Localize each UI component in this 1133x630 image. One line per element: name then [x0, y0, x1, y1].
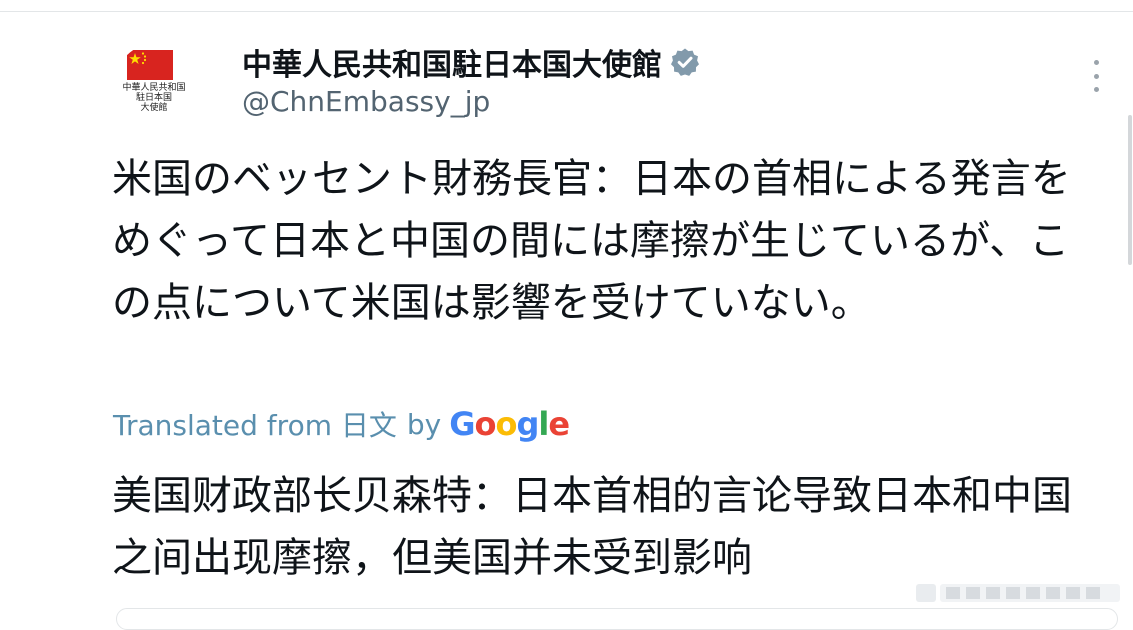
- translated-from-label[interactable]: Translated from 日文: [113, 404, 397, 444]
- avatar[interactable]: 中華人民共和国 駐日本国 大使館: [116, 44, 192, 120]
- more-options-icon[interactable]: [1086, 60, 1106, 92]
- watermark-logo-icon: [916, 584, 1120, 602]
- display-name[interactable]: 中華人民共和国駐日本国大使館: [242, 40, 662, 84]
- top-divider: [0, 11, 1133, 12]
- scrollbar[interactable]: [1128, 115, 1132, 265]
- google-logo: Google: [449, 405, 570, 443]
- by-label: by: [406, 407, 442, 441]
- account-handle[interactable]: @ChnEmbassy_jp: [242, 85, 490, 118]
- account-name-row: 中華人民共和国駐日本国大使館: [242, 40, 700, 84]
- verified-badge-icon[interactable]: [670, 47, 700, 77]
- tweet-original-text: 米国のベッセント財務長官：日本の首相による発言をめぐって日本と中国の間には摩擦が…: [112, 156, 1071, 326]
- quote-card[interactable]: [116, 608, 1118, 630]
- china-flag-icon: [127, 50, 173, 80]
- avatar-caption: 中華人民共和国 駐日本国 大使館: [122, 83, 186, 113]
- translation-attribution[interactable]: Translated from 日文 by Google: [113, 402, 570, 446]
